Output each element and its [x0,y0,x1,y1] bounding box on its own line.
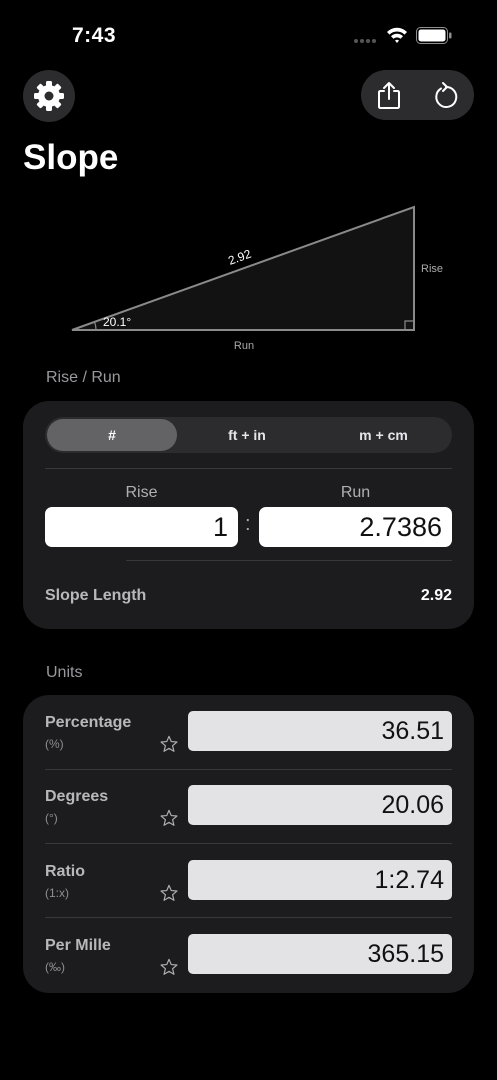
reset-button[interactable] [418,70,474,120]
wifi-icon [387,27,407,43]
unit-row-ratio: Ratio (1:x) 1:2.74 [23,844,474,918]
slope-diagram: 2.92 20.1° Rise Run [71,205,443,352]
angle-label: 20.1° [103,315,131,329]
percentage-input[interactable]: 36.51 [188,711,452,751]
unit-name: Per Mille [45,937,111,954]
per-mille-input[interactable]: 365.15 [188,934,452,974]
share-button[interactable] [361,70,417,120]
status-bar: 7:43 [0,0,497,60]
degrees-input[interactable]: 20.06 [188,785,452,825]
unit-symbol: (1:x) [45,886,69,900]
page-title: Slope [23,138,119,177]
unit-row-percentage: Percentage (%) 36.51 [23,695,474,769]
unit-symbol: (‰) [45,960,65,974]
star-icon[interactable] [160,809,178,827]
settings-button[interactable] [23,70,75,122]
rise-run-card: # ft + in m + cm Rise Run 1 : 2.7386 Slo… [23,401,474,629]
hypotenuse-label: 2.92 [226,247,253,268]
gear-icon [34,81,64,111]
run-diagram-label: Run [234,340,254,352]
reset-icon [435,82,458,108]
share-icon [378,82,400,109]
unit-row-per-mille: Per Mille (‰) 365.15 [23,918,474,992]
unit-symbol: (%) [45,737,64,751]
ratio-input[interactable]: 1:2.74 [188,860,452,900]
unit-name: Ratio [45,863,85,880]
rise-label: Rise [125,484,158,501]
unit-symbol: (°) [45,811,58,825]
divider [126,560,452,561]
unit-name: Degrees [45,788,109,805]
unit-segmented-control: # ft + in m + cm [45,417,452,453]
battery-icon [416,27,452,44]
slope-length-label: Slope Length [45,587,147,604]
segment-ft-in[interactable]: ft + in [181,419,313,451]
ratio-colon: : [245,513,251,535]
rise-input[interactable]: 1 [45,507,238,547]
units-section-label: Units [46,664,83,681]
action-pill [361,70,474,120]
segment-m-cm[interactable]: m + cm [317,419,450,451]
status-time: 7:43 [72,24,117,47]
star-icon[interactable] [160,884,178,902]
slope-triangle [71,205,415,331]
slope-length-value: 2.92 [420,587,452,604]
run-input[interactable]: 2.7386 [259,507,452,547]
star-icon[interactable] [160,735,178,753]
segment-number[interactable]: # [47,419,177,451]
unit-row-degrees: Degrees (°) 20.06 [23,769,474,843]
cellular-signal-icon [354,39,378,43]
rise-run-section-label: Rise / Run [46,369,121,386]
rise-diagram-label: Rise [421,263,443,275]
units-card: Percentage (%) 36.51 Degrees (°) 20.06 R… [23,695,474,993]
star-icon[interactable] [160,958,178,976]
run-label: Run [340,484,371,501]
unit-name: Percentage [45,714,132,731]
divider [45,468,452,469]
